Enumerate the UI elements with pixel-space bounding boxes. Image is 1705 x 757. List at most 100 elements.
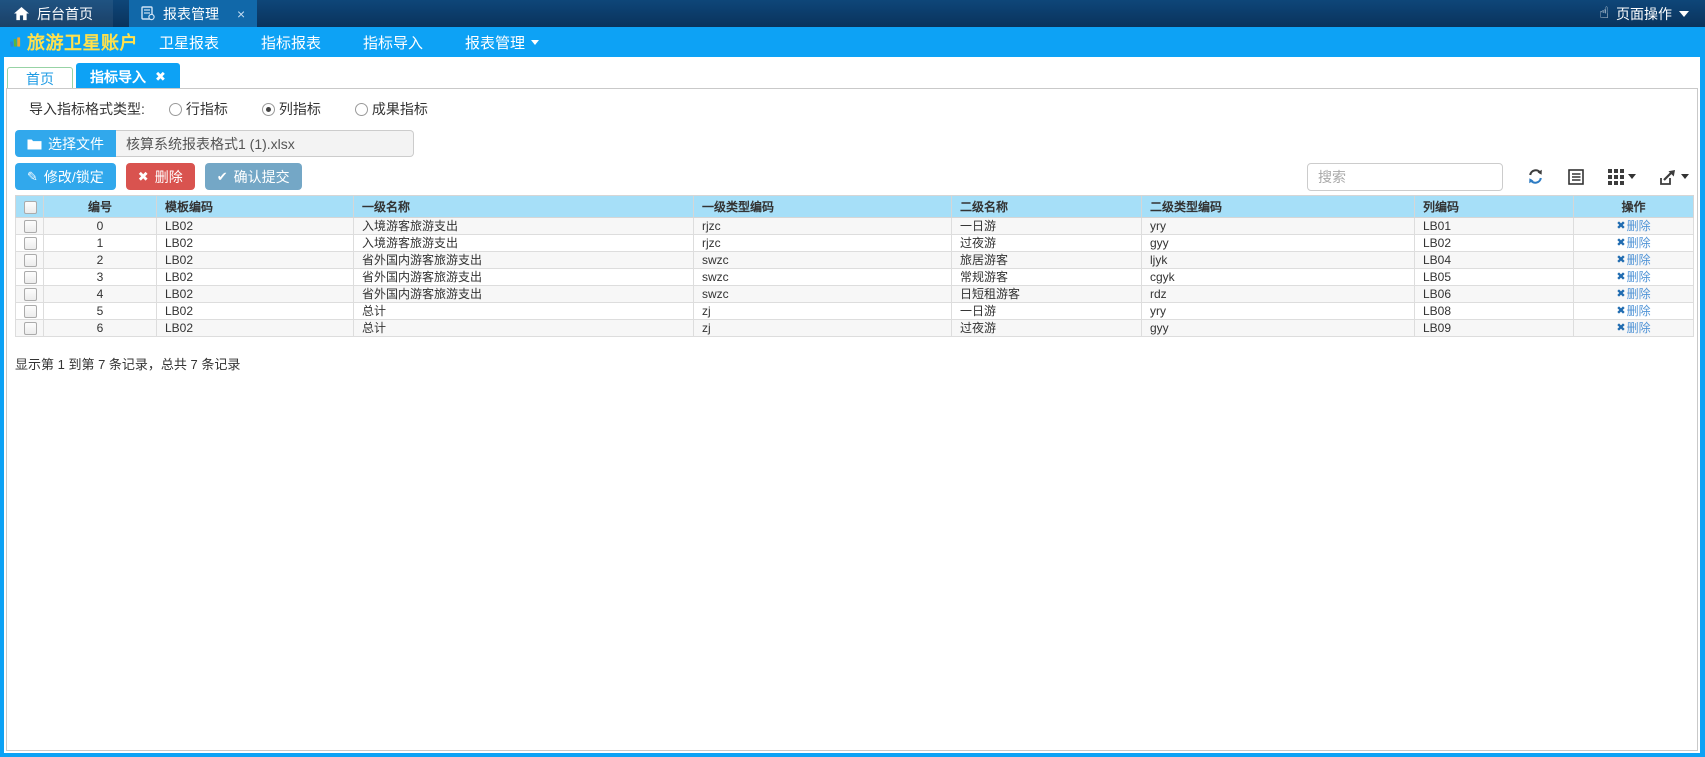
delete-link-label: 删除 xyxy=(1627,254,1651,267)
detail-view-button[interactable] xyxy=(1568,169,1584,185)
row-select-cell xyxy=(16,252,44,269)
row-delete-link[interactable]: ✖删除 xyxy=(1616,322,1650,335)
radio-option-0[interactable]: 行指标 xyxy=(169,99,228,119)
column-header-2[interactable]: 一级名称 xyxy=(354,196,694,218)
select-all-checkbox[interactable] xyxy=(24,201,37,214)
table-cell: 旅居游客 xyxy=(952,252,1142,269)
window-tab-report-management[interactable]: 报表管理 × xyxy=(129,0,257,27)
chevron-down-icon xyxy=(1628,174,1636,179)
row-delete-link[interactable]: ✖删除 xyxy=(1616,288,1650,301)
table-cell: gyy xyxy=(1142,320,1415,337)
nav-item-report-management[interactable]: 报表管理 xyxy=(444,32,560,53)
table-cell: LB02 xyxy=(157,269,354,286)
columns-toggle-button[interactable] xyxy=(1608,169,1636,185)
selected-file-display[interactable]: 核算系统报表格式1 (1).xlsx xyxy=(116,130,414,157)
table-cell: LB02 xyxy=(157,303,354,320)
row-actions-cell: ✖删除 xyxy=(1574,320,1694,337)
table-cell: LB09 xyxy=(1415,320,1574,337)
table-cell: 4 xyxy=(44,286,157,303)
column-header-6[interactable]: 列编码 xyxy=(1415,196,1574,218)
nav-item-satellite-reports[interactable]: 卫星报表 xyxy=(138,32,240,53)
table-cell: swzc xyxy=(694,286,952,303)
search-input[interactable] xyxy=(1307,163,1503,191)
export-button[interactable] xyxy=(1660,169,1689,185)
pencil-icon: ✎ xyxy=(27,170,38,183)
row-delete-link[interactable]: ✖删除 xyxy=(1616,220,1650,233)
nav-item-indicator-import[interactable]: 指标导入 xyxy=(342,32,444,53)
page-actions-label: 页面操作 xyxy=(1616,4,1672,24)
brand-chart-icon xyxy=(10,33,21,51)
refresh-button[interactable] xyxy=(1527,168,1544,185)
table-cell: 入境游客旅游支出 xyxy=(354,218,694,235)
table-row: 3LB02省外国内游客旅游支出swzc常规游客cgykLB05✖删除 xyxy=(16,269,1694,286)
table-cell: yry xyxy=(1142,303,1415,320)
row-delete-link[interactable]: ✖删除 xyxy=(1616,271,1650,284)
delete-link-label: 删除 xyxy=(1627,220,1651,233)
row-checkbox[interactable] xyxy=(24,271,37,284)
radio-circle[interactable] xyxy=(169,103,182,116)
row-checkbox[interactable] xyxy=(24,322,37,335)
column-header-5[interactable]: 二级类型编码 xyxy=(1142,196,1415,218)
backend-home-tab[interactable]: 后台首页 xyxy=(0,0,113,27)
row-delete-link[interactable]: ✖删除 xyxy=(1616,237,1650,250)
row-delete-link[interactable]: ✖删除 xyxy=(1616,305,1650,318)
table-cell: yry xyxy=(1142,218,1415,235)
radio-label: 列指标 xyxy=(279,99,321,119)
import-panel: 导入指标格式类型: 行指标列指标成果指标 选择文件 核算系统报表格式1 (1).… xyxy=(6,88,1698,751)
table-row: 4LB02省外国内游客旅游支出swzc日短租游客rdzLB06✖删除 xyxy=(16,286,1694,303)
table-cell: LB06 xyxy=(1415,286,1574,303)
column-header-7[interactable]: 操作 xyxy=(1574,196,1694,218)
radio-circle[interactable] xyxy=(355,103,368,116)
table-row: 0LB02入境游客旅游支出rjzc一日游yryLB01✖删除 xyxy=(16,218,1694,235)
table-cell: 日短租游客 xyxy=(952,286,1142,303)
indicator-table: 编号模板编码一级名称一级类型编码二级名称二级类型编码列编码操作 0LB02入境游… xyxy=(15,195,1694,337)
table-cell: 总计 xyxy=(354,303,694,320)
content-frame: 首页 指标导入 ✖ 导入指标格式类型: 行指标列指标成果指标 选择文件 xyxy=(4,57,1700,753)
brand[interactable]: 旅游卫星账户 xyxy=(10,29,138,55)
table-cell: 3 xyxy=(44,269,157,286)
table-cell: 5 xyxy=(44,303,157,320)
check-icon: ✔ xyxy=(217,170,228,183)
column-header-0[interactable]: 编号 xyxy=(44,196,157,218)
row-select-cell xyxy=(16,269,44,286)
window-tab-close-icon[interactable]: × xyxy=(237,6,245,22)
table-cell: LB02 xyxy=(157,320,354,337)
app-window: 后台首页 报表管理 × ☝ 页面操作 旅游卫星账户 xyxy=(0,0,1705,757)
confirm-submit-button[interactable]: ✔ 确认提交 xyxy=(205,163,302,190)
row-select-cell xyxy=(16,320,44,337)
table-cell: 1 xyxy=(44,235,157,252)
column-header-1[interactable]: 模板编码 xyxy=(157,196,354,218)
select-all-header[interactable] xyxy=(16,196,44,218)
row-checkbox[interactable] xyxy=(24,288,37,301)
delete-link-label: 删除 xyxy=(1627,237,1651,250)
row-checkbox[interactable] xyxy=(24,237,37,250)
choose-file-button[interactable]: 选择文件 xyxy=(15,130,116,157)
nav-item-indicator-reports[interactable]: 指标报表 xyxy=(240,32,342,53)
column-header-3[interactable]: 一级类型编码 xyxy=(694,196,952,218)
delete-link-label: 删除 xyxy=(1627,271,1651,284)
table-cell: rjzc xyxy=(694,235,952,252)
row-checkbox[interactable] xyxy=(24,305,37,318)
tab-close-icon[interactable]: ✖ xyxy=(155,69,166,85)
table-cell: LB02 xyxy=(157,286,354,303)
x-icon: ✖ xyxy=(1616,271,1625,284)
row-delete-link[interactable]: ✖删除 xyxy=(1616,254,1650,267)
row-checkbox[interactable] xyxy=(24,220,37,233)
radio-circle[interactable] xyxy=(262,103,275,116)
radio-option-2[interactable]: 成果指标 xyxy=(355,99,428,119)
x-icon: ✖ xyxy=(1616,305,1625,318)
x-icon: ✖ xyxy=(1616,288,1625,301)
page-actions-menu[interactable]: ☝ 页面操作 xyxy=(1583,0,1705,27)
row-checkbox[interactable] xyxy=(24,254,37,267)
tab-indicator-import[interactable]: 指标导入 ✖ xyxy=(76,63,180,91)
table-row: 2LB02省外国内游客旅游支出swzc旅居游客ljykLB04✖删除 xyxy=(16,252,1694,269)
table-row: 5LB02总计zj一日游yryLB08✖删除 xyxy=(16,303,1694,320)
table-cell: LB02 xyxy=(157,218,354,235)
column-header-4[interactable]: 二级名称 xyxy=(952,196,1142,218)
modify-lock-button[interactable]: ✎ 修改/锁定 xyxy=(15,163,116,190)
row-actions-cell: ✖删除 xyxy=(1574,218,1694,235)
row-actions-cell: ✖删除 xyxy=(1574,303,1694,320)
delete-button[interactable]: ✖ 删除 xyxy=(126,163,195,190)
table-cell: 一日游 xyxy=(952,218,1142,235)
radio-option-1[interactable]: 列指标 xyxy=(262,99,321,119)
